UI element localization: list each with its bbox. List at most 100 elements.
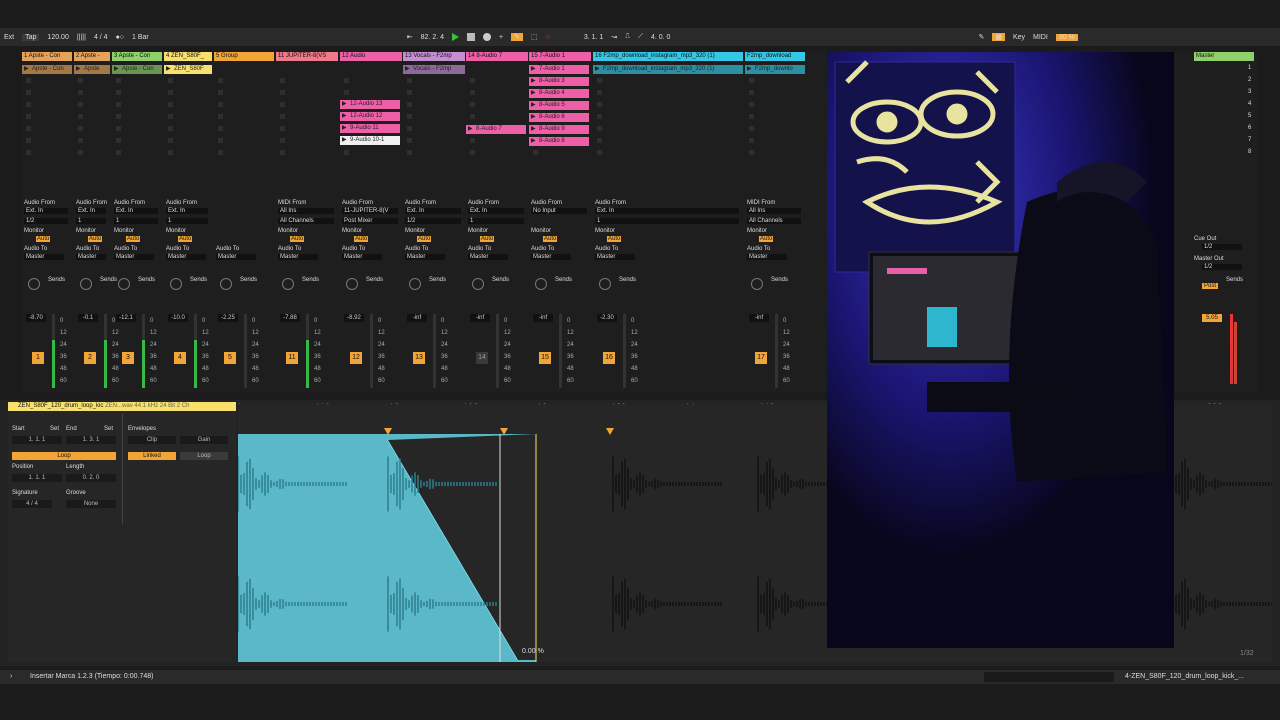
track-volume[interactable]: -inf — [470, 314, 490, 322]
empty-slot[interactable] — [470, 114, 475, 119]
output-select[interactable]: Master — [747, 254, 787, 260]
track-activator[interactable]: 13 — [413, 352, 425, 364]
track-volume[interactable]: -10.0 — [168, 314, 188, 322]
empty-slot[interactable] — [116, 114, 121, 119]
output-select[interactable]: Master — [595, 254, 635, 260]
track-title-6[interactable]: 11 JUPITER-8(VS — [276, 52, 338, 61]
empty-slot[interactable] — [749, 102, 754, 107]
post-button[interactable]: Post — [1202, 283, 1219, 289]
stop-button[interactable] — [467, 33, 475, 41]
empty-slot[interactable] — [407, 90, 412, 95]
empty-slot[interactable] — [218, 78, 223, 83]
send-a-knob[interactable] — [220, 278, 232, 290]
master-volume[interactable]: 5.05 — [1202, 314, 1222, 322]
scene-launch[interactable]: 3 — [1248, 89, 1251, 95]
track-volume[interactable]: -8.92 — [344, 314, 364, 322]
scene-launch[interactable]: 8 — [1248, 149, 1251, 155]
output-select[interactable]: Master — [24, 254, 64, 260]
empty-slot[interactable] — [280, 150, 285, 155]
output-select[interactable]: Master — [76, 254, 106, 260]
input-select[interactable]: All Ins — [747, 208, 801, 214]
empty-slot[interactable] — [280, 114, 285, 119]
input-channel-select[interactable]: 1 — [76, 218, 106, 224]
master-track-title[interactable]: Master — [1194, 52, 1254, 61]
clip-slot[interactable]: Vocals - F2mp — [403, 65, 465, 74]
input-channel-select[interactable]: 1/2 — [405, 218, 461, 224]
input-select[interactable]: Ext. In — [595, 208, 739, 214]
empty-slot[interactable] — [470, 150, 475, 155]
empty-slot[interactable] — [597, 102, 602, 107]
output-select[interactable]: Master — [114, 254, 154, 260]
envelope-device-select[interactable]: Clip — [128, 436, 176, 444]
empty-slot[interactable] — [168, 114, 173, 119]
empty-slot[interactable] — [78, 78, 83, 83]
clip-slot[interactable]: F2mp_downlo — [745, 65, 805, 74]
scene-launch[interactable]: 2 — [1248, 77, 1251, 83]
track-activator[interactable]: 11 — [286, 352, 298, 364]
input-channel-select[interactable]: 1 — [468, 218, 524, 224]
send-a-knob[interactable] — [80, 278, 92, 290]
track-title-10[interactable]: 15 7-Audio 1 — [529, 52, 591, 61]
empty-slot[interactable] — [749, 150, 754, 155]
empty-slot[interactable] — [78, 150, 83, 155]
track-title-5[interactable]: 5 Group — [214, 52, 274, 61]
envelope-loop-button[interactable]: Loop — [180, 452, 228, 460]
track-activator[interactable]: 4 — [174, 352, 186, 364]
linked-button[interactable]: Linked — [128, 452, 176, 460]
empty-slot[interactable] — [218, 126, 223, 131]
input-select[interactable]: All Ins — [278, 208, 334, 214]
send-a-knob[interactable] — [28, 278, 40, 290]
time-signature-field[interactable]: 4 / 4 — [94, 34, 108, 41]
input-select[interactable]: No Input — [531, 208, 587, 214]
empty-slot[interactable] — [168, 90, 173, 95]
session-record-icon[interactable]: ○ — [546, 34, 550, 41]
master-out-select[interactable]: 1/2 — [1202, 264, 1242, 270]
ext-sync-button[interactable]: Ext — [4, 34, 14, 41]
empty-slot[interactable] — [116, 90, 121, 95]
clip-slot[interactable]: Apste — [74, 65, 110, 74]
empty-slot[interactable] — [749, 78, 754, 83]
track-title-7[interactable]: 12 Audio — [340, 52, 402, 61]
monitor-auto-button[interactable]: Auto — [417, 236, 432, 242]
metronome-icon[interactable]: ||||| — [77, 34, 86, 41]
input-select[interactable]: 11-JUPITER-8(V — [342, 208, 398, 214]
input-channel-select[interactable]: Post Mixer — [342, 218, 398, 224]
send-a-knob[interactable] — [409, 278, 421, 290]
scene-launch[interactable]: 1 — [1248, 65, 1251, 71]
input-channel-select[interactable]: 1/2 — [24, 218, 68, 224]
output-select[interactable]: Master — [166, 254, 206, 260]
empty-slot[interactable] — [168, 78, 173, 83]
track-title-9[interactable]: 14 8-Audio 7 — [466, 52, 528, 61]
empty-slot[interactable] — [26, 150, 31, 155]
clip-slot[interactable]: 8-Audio 8 — [529, 137, 589, 146]
clip-slot[interactable]: 8-Audio 7 — [466, 125, 526, 134]
empty-slot[interactable] — [597, 90, 602, 95]
song-position-field[interactable]: 82. 2. 4 — [421, 34, 444, 41]
send-a-knob[interactable] — [346, 278, 358, 290]
midi-map-button[interactable]: MIDI — [1033, 34, 1048, 41]
input-select[interactable]: Ext. In — [405, 208, 461, 214]
track-title-12[interactable]: F2mp_download — [745, 52, 805, 61]
empty-slot[interactable] — [280, 90, 285, 95]
monitor-auto-button[interactable]: Auto — [290, 236, 305, 242]
follow-icon[interactable]: ⇤ — [407, 33, 413, 41]
overview-scroller[interactable] — [984, 672, 1114, 682]
input-select[interactable]: Ext. In — [24, 208, 68, 214]
track-volume[interactable]: -0.1 — [78, 314, 98, 322]
record-button[interactable] — [483, 33, 491, 41]
send-a-knob[interactable] — [472, 278, 484, 290]
key-map-icon[interactable]: ▦ — [992, 33, 1005, 41]
empty-slot[interactable] — [470, 78, 475, 83]
empty-slot[interactable] — [78, 126, 83, 131]
empty-slot[interactable] — [749, 114, 754, 119]
input-select[interactable]: Ext. In — [114, 208, 158, 214]
empty-slot[interactable] — [218, 114, 223, 119]
track-activator[interactable]: 3 — [122, 352, 134, 364]
track-activator[interactable]: 5 — [224, 352, 236, 364]
capture-icon[interactable]: ⬚ — [531, 33, 538, 41]
empty-slot[interactable] — [597, 78, 602, 83]
empty-slot[interactable] — [280, 102, 285, 107]
key-map-button[interactable]: Key — [1013, 34, 1025, 41]
send-a-knob[interactable] — [170, 278, 182, 290]
envelope-control-select[interactable]: Gain — [180, 436, 228, 444]
